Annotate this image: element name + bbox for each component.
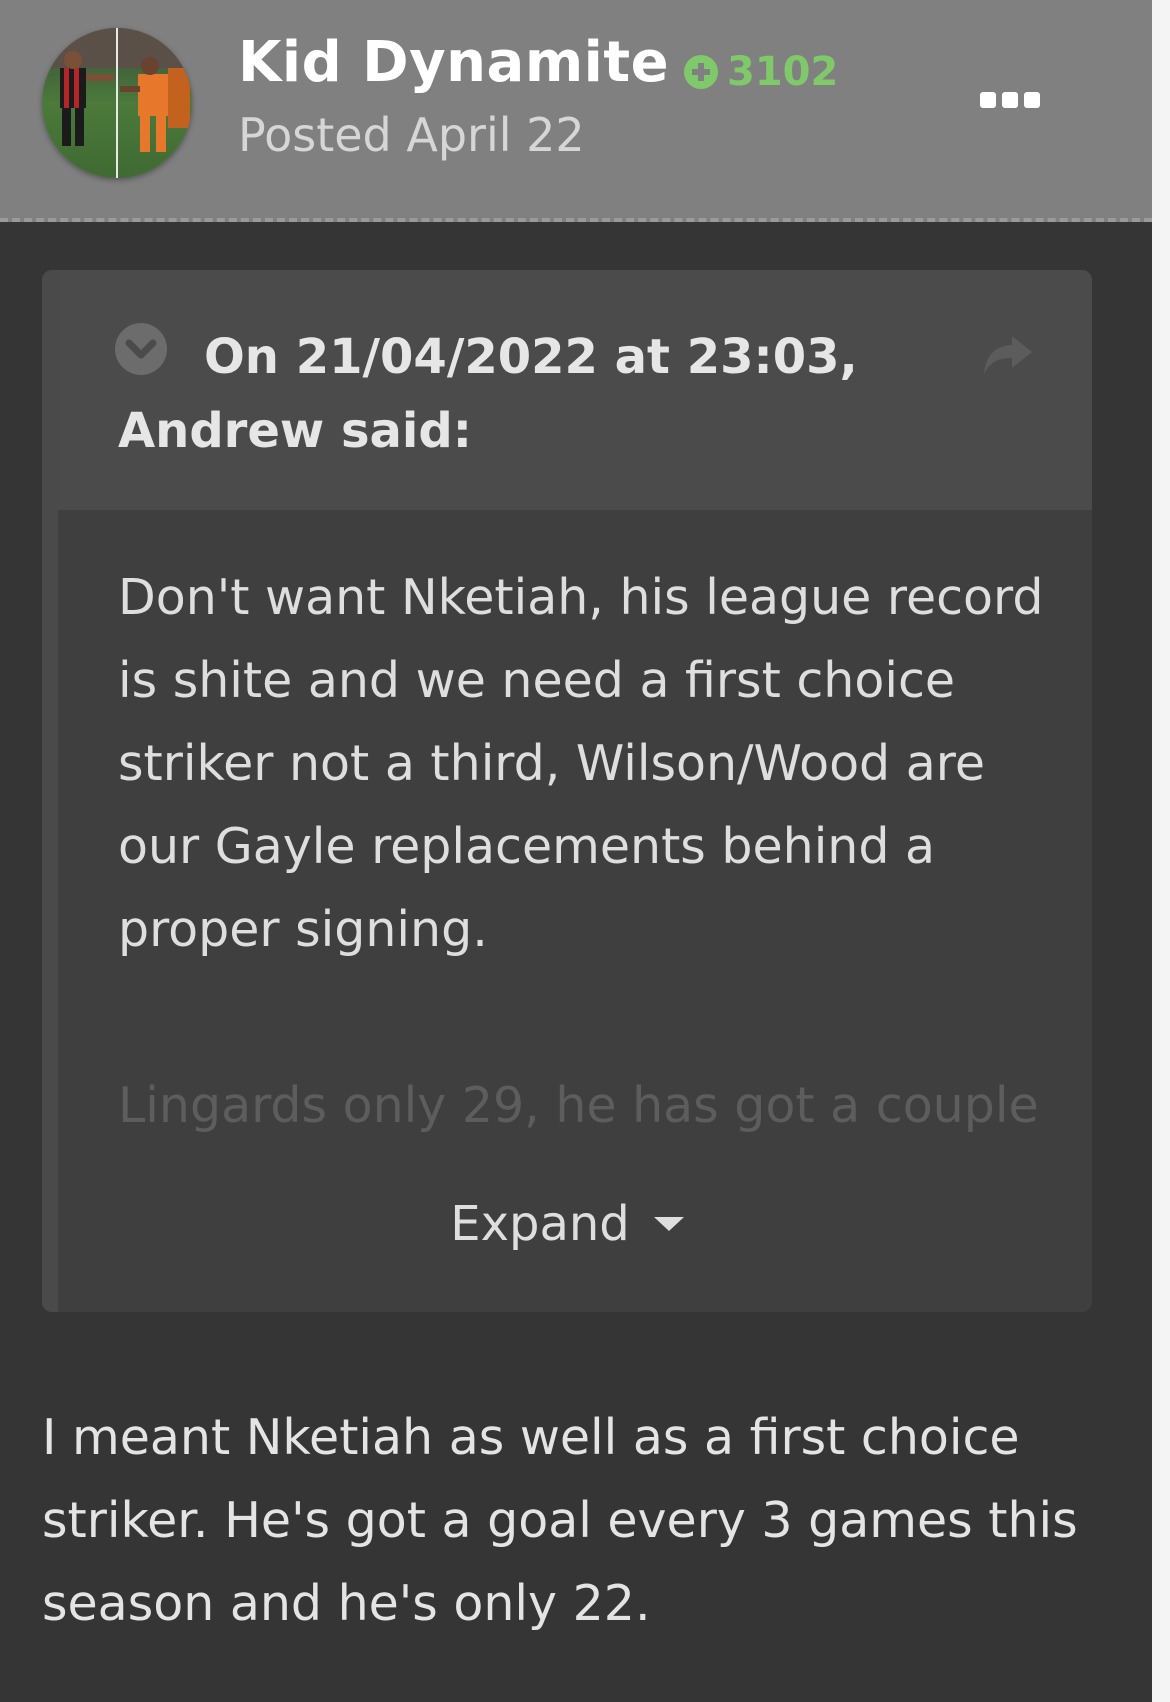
ellipsis-icon-dot bbox=[1024, 92, 1040, 108]
author-avatar[interactable] bbox=[42, 28, 192, 178]
quote-text: Don't want Nketiah, his league record is… bbox=[118, 569, 1044, 958]
caret-down-icon bbox=[653, 1217, 684, 1231]
quote-border bbox=[42, 270, 58, 1312]
ellipsis-icon-dot bbox=[980, 92, 996, 108]
post-page: Kid Dynamite 3102 Posted April 22 On 21/… bbox=[0, 0, 1152, 1702]
ellipsis-icon-dot bbox=[1002, 92, 1018, 108]
quote-block: On 21/04/2022 at 23:03, Andrew said: Don… bbox=[42, 270, 1092, 1312]
expand-label: Expand bbox=[450, 1196, 630, 1252]
plus-circle-icon bbox=[684, 55, 718, 89]
post-date[interactable]: Posted April 22 bbox=[238, 108, 585, 162]
reputation-count: 3102 bbox=[727, 49, 839, 95]
expand-quote-button[interactable]: Expand bbox=[42, 1196, 1092, 1252]
author-name[interactable]: Kid Dynamite bbox=[238, 30, 669, 95]
page-edge bbox=[1152, 0, 1170, 1702]
quote-text-faded: Lingards only 29, he has got a couple bbox=[118, 1077, 1039, 1134]
share-arrow-icon[interactable] bbox=[980, 332, 1034, 378]
quote-citation: On 21/04/2022 at 23:03, Andrew said: bbox=[118, 329, 858, 459]
post-menu-button[interactable] bbox=[980, 92, 1050, 108]
reputation-badge[interactable]: 3102 bbox=[683, 49, 839, 95]
post-content: I meant Nketiah as well as a first choic… bbox=[42, 1409, 1078, 1632]
post-header: Kid Dynamite 3102 Posted April 22 bbox=[0, 0, 1152, 222]
avatar-image bbox=[42, 28, 192, 178]
